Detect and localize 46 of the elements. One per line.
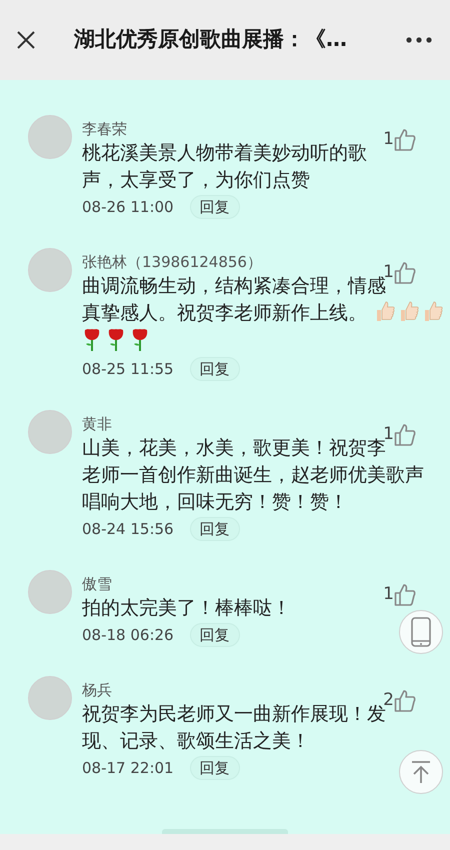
comment-time: 08-17 22:01 — [82, 758, 174, 779]
reply-button[interactable]: 回复 — [190, 195, 240, 219]
rose-icon — [82, 327, 102, 351]
phone-button[interactable] — [399, 610, 443, 654]
commenter-name[interactable]: 杨兵 — [82, 679, 370, 701]
like-count: 2 — [383, 688, 394, 710]
thumbs-up-icon[interactable] — [394, 261, 416, 285]
thumbs-up-icon — [423, 300, 443, 322]
like-count: 1 — [383, 582, 394, 606]
page-title: 湖北优秀原创歌曲展播：《… — [74, 26, 348, 54]
thumbs-up-icon[interactable] — [394, 423, 416, 447]
comment-text: 拍的太完美了！棒棒哒！ — [82, 597, 291, 619]
like-count: 1 — [383, 422, 394, 444]
reply-button[interactable]: 回复 — [190, 756, 240, 780]
comment-time: 08-25 11:55 — [82, 358, 174, 380]
close-icon[interactable] — [16, 30, 36, 50]
commenter-name[interactable]: 黄非 — [82, 413, 370, 435]
comment-text: 曲调流畅生动，结构紧凑合理，情感 — [82, 275, 386, 297]
comment-text: 唱响大地，回味无穷！赞！赞！ — [82, 491, 348, 513]
comment-time: 08-18 06:26 — [82, 624, 174, 646]
rose-icon — [130, 327, 150, 351]
comment-text: 现、记录、歌颂生活之美！ — [82, 730, 310, 752]
reply-button[interactable]: 回复 — [190, 357, 240, 381]
commenter-name[interactable]: 张艳林（13986124856） — [82, 251, 370, 273]
comment-time: 08-26 11:00 — [82, 196, 174, 218]
like-count: 1 — [383, 128, 394, 150]
commenter-name[interactable]: 李春荣 — [82, 118, 370, 140]
comment-text: 桃花溪美景人物带着美妙动听的歌 — [82, 142, 367, 164]
thumbs-up-icon[interactable] — [394, 128, 416, 152]
comment-text: 声，太享受了，为你们点赞 — [82, 169, 310, 191]
comment-time: 08-24 15:56 — [82, 518, 174, 540]
thumbs-up-icon — [399, 300, 419, 322]
arrow-up-icon[interactable] — [411, 760, 431, 784]
comment-text: 老师一首创作新曲诞生，赵老师优美歌声 — [82, 464, 424, 486]
comment-text: 山美，花美，水美，歌更美！祝贺李 — [82, 437, 386, 459]
more-icon[interactable] — [406, 37, 432, 43]
reply-button[interactable]: 回复 — [190, 517, 240, 541]
back-to-top-button[interactable] — [399, 750, 443, 794]
commenter-name[interactable]: 傲雪 — [82, 573, 370, 595]
thumbs-up-icon[interactable] — [394, 689, 416, 713]
thumbs-up-icon — [375, 300, 395, 322]
thumbs-up-icon[interactable] — [394, 583, 416, 607]
comment-text: 真挚感人。祝贺李老师新作上线。 — [82, 302, 367, 324]
reply-button[interactable]: 回复 — [190, 623, 240, 647]
rose-icon — [106, 327, 126, 351]
phone-icon[interactable] — [411, 617, 431, 647]
